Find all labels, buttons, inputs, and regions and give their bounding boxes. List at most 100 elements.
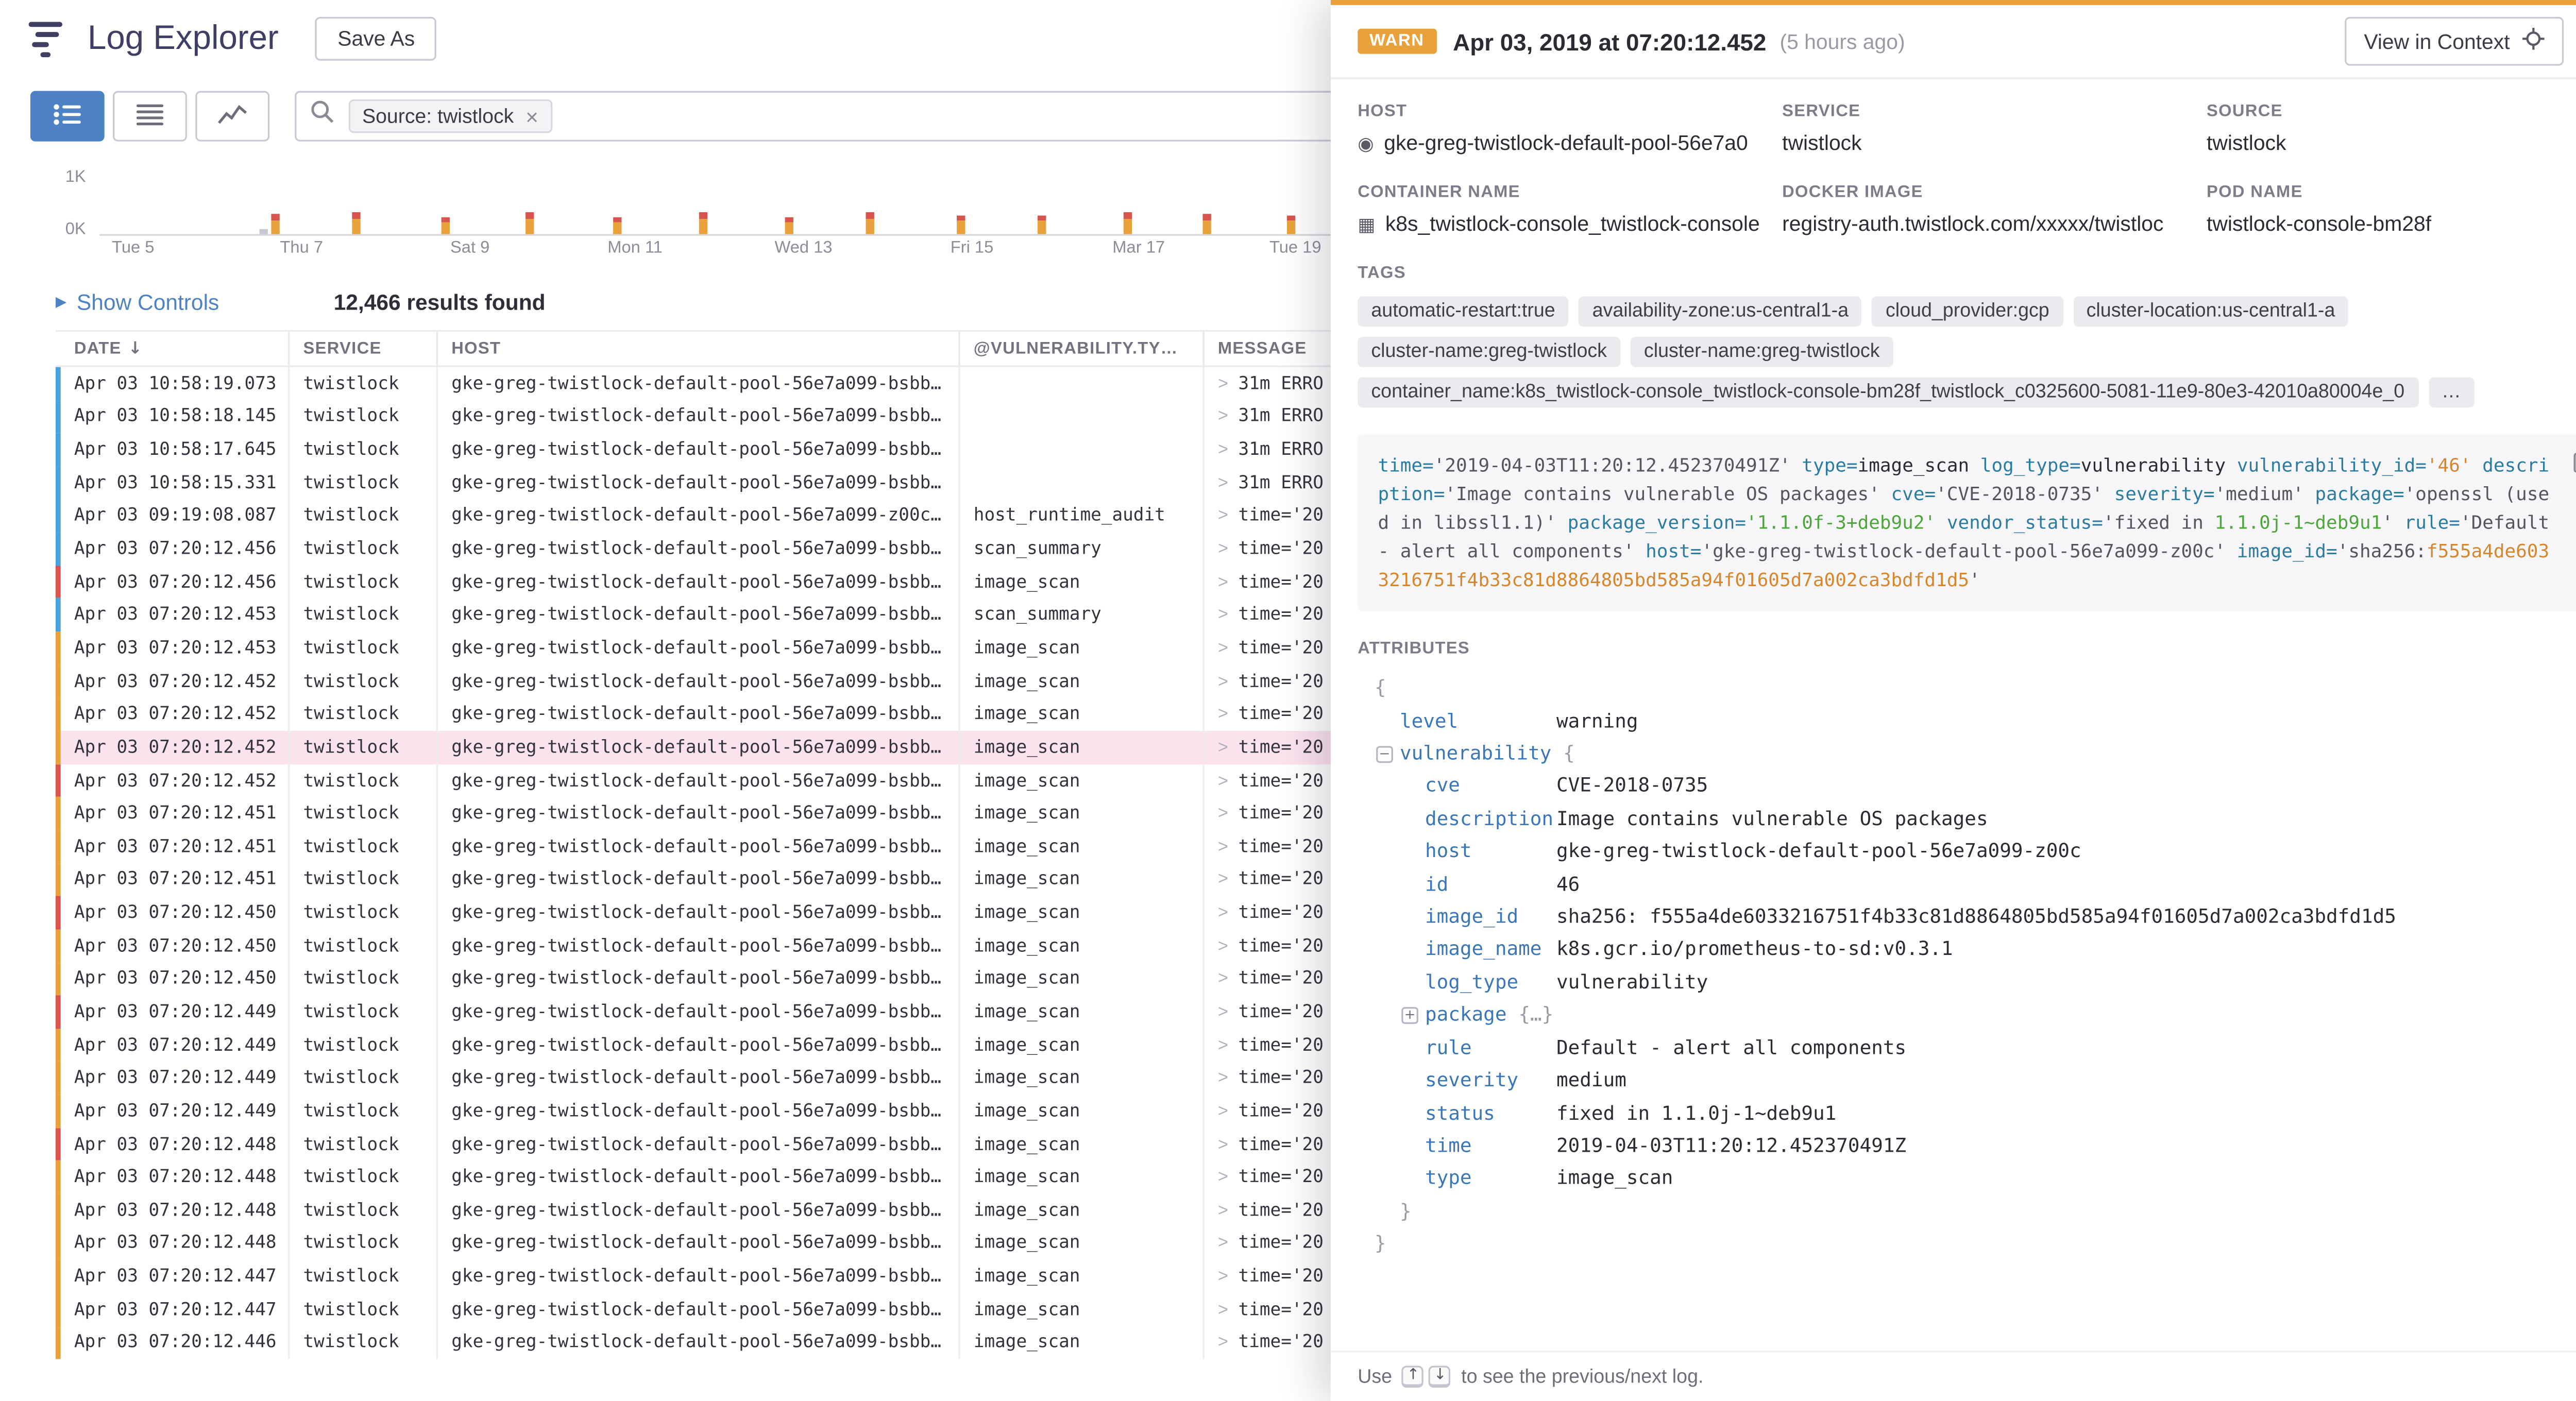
histogram-bar[interactable]	[613, 217, 621, 234]
filter-pill[interactable]: Source: twistlock ×	[349, 99, 552, 133]
log-host-cell: gke-greg-twistlock-default-pool-56e7a099…	[438, 863, 960, 896]
log-service-cell: twistlock	[290, 665, 438, 698]
expand-chevron-icon[interactable]: >	[1218, 440, 1228, 460]
expand-chevron-icon[interactable]: >	[1218, 1134, 1228, 1154]
expand-chevron-icon[interactable]: >	[1218, 605, 1228, 625]
column-header-host[interactable]: HOST	[438, 332, 960, 365]
histogram-bar[interactable]	[866, 212, 874, 234]
log-date-cell: Apr 03 07:20:12.452	[61, 698, 290, 731]
attribute-row: severitymedium	[1358, 1065, 2576, 1097]
tag-pill[interactable]: availability-zone:us-central1-a	[1579, 296, 1862, 327]
log-date-cell: Apr 03 07:20:12.447	[61, 1293, 290, 1326]
histogram-bar[interactable]	[352, 212, 360, 234]
expand-chevron-icon[interactable]: >	[1218, 1002, 1228, 1022]
log-host-cell: gke-greg-twistlock-default-pool-56e7a099…	[438, 830, 960, 863]
attributes-tree: {levelwarning−vulnerability{cveCVE-2018-…	[1358, 672, 2576, 1260]
tag-pill[interactable]: cloud_provider:gcp	[1872, 296, 2063, 327]
log-vulnerability-type-cell: image_scan	[960, 665, 1205, 698]
view-in-context-button[interactable]: View in Context	[2345, 17, 2564, 66]
collapse-icon[interactable]: −	[1376, 746, 1393, 763]
expand-chevron-icon[interactable]: >	[1218, 869, 1228, 890]
show-controls-link[interactable]: ▸ Show Controls	[56, 289, 219, 315]
expand-chevron-icon[interactable]: >	[1218, 406, 1228, 426]
tag-pill[interactable]: cluster-name:greg-twistlock	[1358, 337, 1620, 367]
tag-pill[interactable]: cluster-location:us-central1-a	[2073, 296, 2348, 327]
expand-chevron-icon[interactable]: >	[1218, 1068, 1228, 1088]
log-host-cell: gke-greg-twistlock-default-pool-56e7a099…	[438, 731, 960, 764]
log-host-cell: gke-greg-twistlock-default-pool-56e7a099…	[438, 1194, 960, 1227]
expand-chevron-icon[interactable]: >	[1218, 506, 1228, 526]
expand-chevron-icon[interactable]: >	[1218, 1201, 1228, 1221]
histogram-bar[interactable]	[957, 215, 965, 234]
expand-chevron-icon[interactable]: >	[1218, 1101, 1228, 1121]
tag-pill[interactable]: container_name:k8s_twistlock-console_twi…	[1358, 377, 2418, 407]
log-vulnerability-type-cell: image_scan	[960, 566, 1205, 599]
expand-chevron-icon[interactable]: >	[1218, 969, 1228, 989]
log-vulnerability-type-cell: scan_summary	[960, 533, 1205, 566]
view-list-detailed-button[interactable]	[30, 91, 105, 142]
log-date-cell: Apr 03 07:20:12.449	[61, 1095, 290, 1127]
column-header-date[interactable]: DATE ↓	[61, 332, 290, 365]
expand-chevron-icon[interactable]: >	[1218, 836, 1228, 857]
tag-pill[interactable]: automatic-restart:true	[1358, 296, 1569, 327]
expand-icon[interactable]: +	[1401, 1007, 1418, 1024]
expand-chevron-icon[interactable]: >	[1218, 1167, 1228, 1187]
expand-chevron-icon[interactable]: >	[1218, 1332, 1228, 1353]
histogram-bar[interactable]	[271, 214, 279, 234]
expand-chevron-icon[interactable]: >	[1218, 373, 1228, 394]
histogram-bar[interactable]	[1038, 215, 1046, 234]
log-host-cell: gke-greg-twistlock-default-pool-56e7a099…	[438, 1095, 960, 1127]
view-list-condensed-button[interactable]	[113, 91, 187, 142]
log-date-cell: Apr 03 07:20:12.448	[61, 1128, 290, 1161]
expand-chevron-icon[interactable]: >	[1218, 1234, 1228, 1254]
log-service-cell: twistlock	[290, 466, 438, 499]
log-host-cell: gke-greg-twistlock-default-pool-56e7a099…	[438, 533, 960, 566]
histogram-bar[interactable]	[1202, 214, 1211, 234]
view-graph-button[interactable]	[195, 91, 269, 142]
histogram-bar[interactable]	[526, 212, 534, 234]
expand-chevron-icon[interactable]: >	[1218, 473, 1228, 493]
column-header-vulnerability-type[interactable]: @VULNERABILITY.TY…	[960, 332, 1205, 365]
expand-chevron-icon[interactable]: >	[1218, 1035, 1228, 1055]
log-host-cell: gke-greg-twistlock-default-pool-56e7a099…	[438, 764, 960, 797]
field-host: HOST◉gke-greg-twistlock-default-pool-56e…	[1358, 102, 1782, 155]
histogram-bar[interactable]	[1124, 212, 1132, 234]
log-host-cell: gke-greg-twistlock-default-pool-56e7a099…	[438, 400, 960, 433]
log-service-cell: twistlock	[290, 1095, 438, 1127]
tag-pill[interactable]: …	[2428, 377, 2475, 407]
expand-chevron-icon[interactable]: >	[1218, 638, 1228, 658]
expand-chevron-icon[interactable]: >	[1218, 539, 1228, 559]
log-service-cell: twistlock	[290, 929, 438, 962]
expand-chevron-icon[interactable]: >	[1218, 1300, 1228, 1320]
expand-chevron-icon[interactable]: >	[1218, 738, 1228, 758]
log-host-cell: gke-greg-twistlock-default-pool-56e7a099…	[438, 896, 960, 929]
log-host-cell: gke-greg-twistlock-default-pool-56e7a099…	[438, 631, 960, 664]
log-detail-panel: WARN Apr 03, 2019 at 07:20:12.452 (5 hou…	[1331, 0, 2576, 1401]
column-header-service[interactable]: SERVICE	[290, 332, 438, 365]
sort-descending-icon: ↓	[128, 339, 143, 358]
copy-icon[interactable]	[2572, 448, 2576, 482]
panel-body: HOST◉gke-greg-twistlock-default-pool-56e…	[1331, 79, 2576, 1261]
histogram-bar[interactable]	[1287, 215, 1295, 234]
log-service-cell: twistlock	[290, 731, 438, 764]
x-axis-label: Wed 13	[774, 239, 832, 258]
tag-pill[interactable]: cluster-name:greg-twistlock	[1631, 337, 1893, 367]
attributes-label: ATTRIBUTES	[1358, 640, 2576, 659]
expand-chevron-icon[interactable]: >	[1218, 572, 1228, 592]
expand-chevron-icon[interactable]: >	[1218, 771, 1228, 791]
log-host-cell: gke-greg-twistlock-default-pool-56e7a099…	[438, 367, 960, 400]
histogram-bar[interactable]	[260, 229, 268, 234]
histogram-bar[interactable]	[442, 217, 450, 234]
histogram-bar[interactable]	[785, 217, 793, 234]
save-as-button[interactable]: Save As	[316, 17, 437, 61]
expand-chevron-icon[interactable]: >	[1218, 903, 1228, 923]
filter-remove-icon[interactable]: ×	[526, 105, 538, 127]
expand-chevron-icon[interactable]: >	[1218, 804, 1228, 824]
expand-chevron-icon[interactable]: >	[1218, 704, 1228, 724]
attribute-row: image_namek8s.gcr.io/prometheus-to-sd:v0…	[1358, 934, 2576, 966]
expand-chevron-icon[interactable]: >	[1218, 671, 1228, 691]
expand-chevron-icon[interactable]: >	[1218, 1267, 1228, 1287]
expand-chevron-icon[interactable]: >	[1218, 936, 1228, 956]
log-vulnerability-type-cell: image_scan	[960, 1260, 1205, 1293]
histogram-bar[interactable]	[699, 212, 707, 234]
